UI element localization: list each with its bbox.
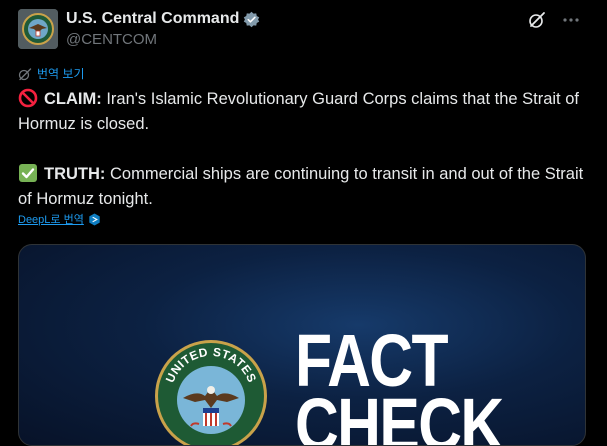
more-options-button[interactable] xyxy=(561,10,581,30)
translate-label: 번역 보기 xyxy=(37,67,85,81)
translate-post-link[interactable]: 번역 보기 xyxy=(18,66,85,82)
claim-paragraph: CLAIM: Iran's Islamic Revolutionary Guar… xyxy=(18,87,593,137)
author-display-name[interactable]: U.S. Central Command xyxy=(66,9,239,29)
deepl-label: DeepL로 번역 xyxy=(18,214,84,226)
translate-icon xyxy=(18,68,32,81)
deepl-icon xyxy=(89,212,100,226)
check-emoji-icon xyxy=(19,164,37,182)
truth-paragraph: TRUTH: Commercial ships are continuing t… xyxy=(18,162,593,212)
headline-line-2: CHECK xyxy=(295,383,504,446)
centcom-seal-avatar-icon xyxy=(18,9,58,49)
claim-lead: CLAIM: xyxy=(44,90,102,108)
author-handle[interactable]: @CENTCOM xyxy=(66,31,157,49)
grok-button[interactable] xyxy=(527,10,547,30)
claim-body: Iran's Islamic Revolutionary Guard Corps… xyxy=(18,90,579,133)
prohibited-emoji-icon xyxy=(18,88,38,108)
tweet-text: CLAIM: Iran's Islamic Revolutionary Guar… xyxy=(18,87,593,212)
verified-badge-icon xyxy=(244,11,260,27)
more-icon xyxy=(563,18,579,22)
post-media-image[interactable]: UNITED STATES FACT CHECK xyxy=(18,244,586,446)
deepl-translate-link[interactable]: DeepL로 번역 xyxy=(18,211,101,227)
grok-icon xyxy=(529,12,545,28)
centcom-seal-image: UNITED STATES xyxy=(155,340,267,445)
avatar[interactable] xyxy=(18,9,58,49)
truth-lead: TRUTH: xyxy=(44,165,106,183)
fact-check-headline: FACT CHECK xyxy=(295,324,504,446)
